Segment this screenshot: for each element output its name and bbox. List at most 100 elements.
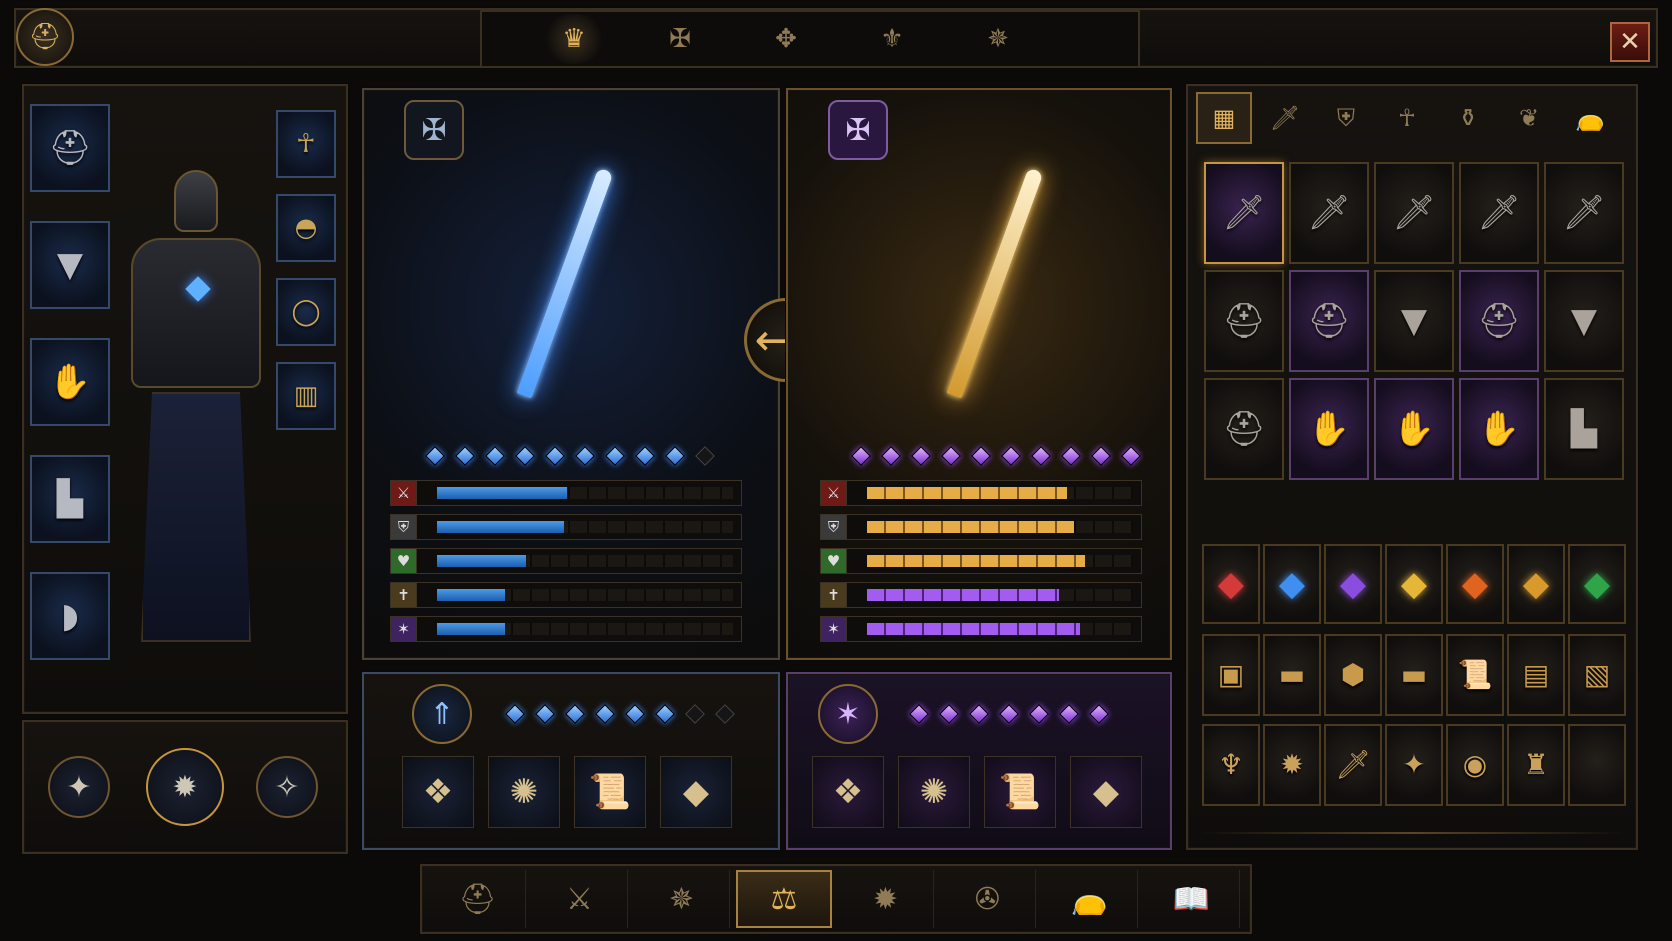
stat-row: ⛨ xyxy=(820,514,1142,540)
equip-slot-left[interactable]: ▙ xyxy=(30,455,110,543)
misc-slot[interactable]: ✹ xyxy=(1263,724,1321,806)
gem-slot[interactable]: ◆ xyxy=(1507,544,1565,624)
bottom-nav-tab[interactable]: 👝 xyxy=(1042,870,1138,928)
inventory-slot[interactable]: ✋ xyxy=(1459,378,1539,480)
misc-slot[interactable]: ◉ xyxy=(1446,724,1504,806)
sigil-tab-button[interactable]: ✥ xyxy=(754,14,818,64)
material-slot[interactable]: ▬ xyxy=(1263,634,1321,716)
equip-slot-left[interactable]: ⛑ xyxy=(30,104,110,192)
inventory-slot[interactable]: ⛑ xyxy=(1459,270,1539,372)
bottom-nav-tab[interactable]: ⚖ xyxy=(736,870,832,928)
inventory-slot[interactable]: ▼ xyxy=(1374,270,1454,372)
helm-emblem-icon[interactable]: ⛑ xyxy=(16,8,74,66)
rune-tab-button[interactable]: ✠ xyxy=(648,14,712,64)
star-empty-icon xyxy=(695,446,715,466)
sword-tab-icon: 🗡 xyxy=(1269,104,1301,132)
equip-slot-left[interactable]: ▼ xyxy=(30,221,110,309)
inventory-slot[interactable]: ▙ xyxy=(1544,378,1624,480)
material-slot[interactable]: ▧ xyxy=(1568,634,1626,716)
gem-slot[interactable]: ◆ xyxy=(1263,544,1321,624)
helmet-icon: ⛑ xyxy=(1307,301,1351,341)
defense-icon: ⛨ xyxy=(827,518,840,536)
gem-slot[interactable]: ◆ xyxy=(1446,544,1504,624)
upgrade-material-slot[interactable]: ❖ xyxy=(812,756,884,828)
bottom-nav-tab[interactable]: ✹ xyxy=(838,870,934,928)
inventory-slot[interactable]: ▼ xyxy=(1544,270,1624,372)
equip-slot-right[interactable]: ▥ xyxy=(276,362,336,430)
stat-bar-fill xyxy=(867,589,1059,601)
material-slot[interactable]: ▬ xyxy=(1385,634,1443,716)
star-empty-icon xyxy=(685,704,705,724)
stat-row: ✝ xyxy=(820,582,1142,608)
stat-bar-fill xyxy=(437,589,506,601)
inventory-tab[interactable]: 🗡 xyxy=(1257,92,1313,144)
gem-slot[interactable]: ◆ xyxy=(1568,544,1626,624)
upgrade-material-slot[interactable]: ❖ xyxy=(402,756,474,828)
crown-tab-button[interactable]: ♛ xyxy=(542,14,606,64)
belt-icon: ▥ xyxy=(293,381,319,411)
gem-slot[interactable]: ◆ xyxy=(1385,544,1443,624)
upgrade-material-slot[interactable]: ◆ xyxy=(1070,756,1142,828)
blueprint-icon: ▤ xyxy=(1522,658,1550,691)
inventory-slot[interactable]: 🗡 xyxy=(1459,162,1539,264)
misc-slot[interactable] xyxy=(1568,724,1626,806)
misc-slot[interactable]: 🗡 xyxy=(1324,724,1382,806)
skill-slot[interactable]: ✹ xyxy=(146,748,224,826)
crossed-swords-icon: ⚔ xyxy=(566,881,593,917)
skill-slot[interactable]: ✦ xyxy=(48,756,110,818)
stat-icon-box: ⛨ xyxy=(391,515,417,539)
material-slot[interactable]: ▣ xyxy=(1202,634,1260,716)
equip-slot-left[interactable]: ◗ xyxy=(30,572,110,660)
upgrade-material-slot[interactable]: ✺ xyxy=(488,756,560,828)
book-icon: 📖 xyxy=(1172,881,1211,917)
equip-slot-right[interactable]: ☥ xyxy=(276,110,336,178)
equip-slot-left[interactable]: ✋ xyxy=(30,338,110,426)
inventory-tab[interactable]: ⚱ xyxy=(1440,92,1496,144)
gem-slot[interactable]: ◆ xyxy=(1202,544,1260,624)
misc-slot[interactable]: ♜ xyxy=(1507,724,1565,806)
bottom-nav-tab[interactable]: ✇ xyxy=(940,870,1036,928)
bottom-nav-tab[interactable]: ⚔ xyxy=(532,870,628,928)
material-slot[interactable]: 📜 xyxy=(1446,634,1504,716)
misc-slot[interactable]: ✦ xyxy=(1385,724,1443,806)
inventory-slot[interactable]: 🗡 xyxy=(1544,162,1624,264)
equip-slot-right[interactable]: ◓ xyxy=(276,194,336,262)
inventory-slot[interactable]: 🗡 xyxy=(1374,162,1454,264)
upgrade-material-slot[interactable]: ✺ xyxy=(898,756,970,828)
inventory-slot[interactable]: ⛑ xyxy=(1204,270,1284,372)
bottom-nav-tab[interactable]: ⛑ xyxy=(430,870,526,928)
upgrade-arrow-icon[interactable]: ⇑ xyxy=(412,684,472,744)
star-filled-icon xyxy=(635,446,655,466)
inventory-slot[interactable]: 🗡 xyxy=(1289,162,1369,264)
inventory-slot[interactable]: ⛑ xyxy=(1204,378,1284,480)
upgrade-material-slot[interactable]: ◆ xyxy=(660,756,732,828)
upgrade-material-slot[interactable]: 📜 xyxy=(984,756,1056,828)
inventory-tab[interactable]: ❦ xyxy=(1501,92,1557,144)
inventory-tab[interactable]: ⛨ xyxy=(1318,92,1374,144)
equip-slot-right[interactable]: ◯ xyxy=(276,278,336,346)
misc-slot[interactable]: ♆ xyxy=(1202,724,1260,806)
bottom-nav-tab[interactable]: 📖 xyxy=(1144,870,1240,928)
amethyst-icon: ◆ xyxy=(1339,564,1367,604)
inventory-slot[interactable]: 🗡 xyxy=(1204,162,1284,264)
upgrade-material-slot[interactable]: 📜 xyxy=(574,756,646,828)
bottom-nav-tab[interactable]: ✵ xyxy=(634,870,730,928)
material-slot[interactable]: ▤ xyxy=(1507,634,1565,716)
star-filled-icon xyxy=(911,446,931,466)
inventory-tab[interactable]: 👝 xyxy=(1562,92,1618,144)
gold-trinket-icon: ✦ xyxy=(1402,748,1426,781)
inventory-tab[interactable]: ☥ xyxy=(1379,92,1435,144)
material-slot[interactable]: ⬢ xyxy=(1324,634,1382,716)
inventory-slot[interactable]: ✋ xyxy=(1289,378,1369,480)
skill-slot[interactable]: ✧ xyxy=(256,756,318,818)
close-button[interactable]: ✕ xyxy=(1610,22,1650,62)
inventory-tab[interactable]: ▦ xyxy=(1196,92,1252,144)
spiked-orb-icon: ✹ xyxy=(872,881,899,917)
inventory-slot[interactable]: ⛑ xyxy=(1289,270,1369,372)
stat-bar-fill xyxy=(867,487,1067,499)
inventory-slot[interactable]: ✋ xyxy=(1374,378,1454,480)
seal-tab-button[interactable]: ✵ xyxy=(966,14,1030,64)
crest-tab-button[interactable]: ⚜ xyxy=(860,14,924,64)
arcane-sigil-icon[interactable]: ✶ xyxy=(818,684,878,744)
gem-slot[interactable]: ◆ xyxy=(1324,544,1382,624)
